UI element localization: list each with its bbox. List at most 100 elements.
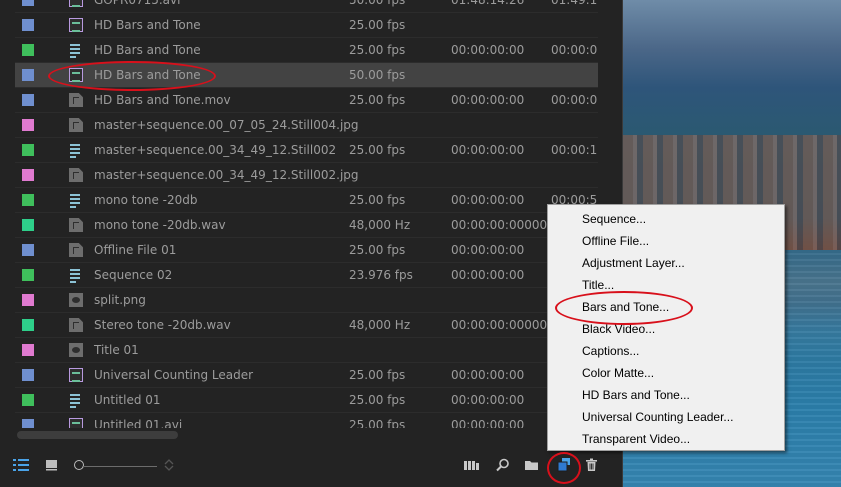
- project-item-row[interactable]: Universal Counting Leader 25.00 fps 00:00:…: [15, 363, 598, 388]
- media-start: 00:00:00:00: [451, 268, 525, 282]
- clear-icon[interactable]: [585, 458, 601, 472]
- project-item-row[interactable]: mono tone -20db 25.00 fps 00:00:00:00 00:00…: [15, 188, 598, 213]
- item-name: HD Bars and Tone: [94, 43, 201, 57]
- project-item-row[interactable]: Untitled 01.avi 25.00 fps 00:00:00:00: [15, 413, 598, 428]
- item-name: split.png: [94, 293, 146, 307]
- label-color-swatch[interactable]: [22, 394, 34, 406]
- media-frame-rate: 23.976 fps: [349, 268, 413, 282]
- project-item-row[interactable]: HD Bars and Tone 50.00 fps: [15, 63, 598, 88]
- project-item-row[interactable]: Untitled 01 25.00 fps 00:00:00:00: [15, 388, 598, 413]
- new-bin-icon[interactable]: [524, 458, 540, 472]
- multicam-icon: [69, 268, 83, 283]
- item-name: Universal Counting Leader: [94, 368, 254, 382]
- media-start: 00:00:00:00: [451, 43, 525, 57]
- media-frame-rate: 48,000 Hz: [349, 218, 411, 232]
- label-color-swatch[interactable]: [22, 419, 34, 428]
- icon-view-icon[interactable]: [45, 458, 61, 472]
- project-item-row[interactable]: mono tone -20db.wav 48,000 Hz 00:00:00:000…: [15, 213, 598, 238]
- label-color-swatch[interactable]: [22, 344, 34, 356]
- label-color-swatch[interactable]: [22, 69, 34, 81]
- item-name: HD Bars and Tone.mov: [94, 93, 231, 107]
- horizontal-scrollbar[interactable]: [15, 428, 598, 442]
- media-end: 00:00:09:: [551, 43, 598, 57]
- menu-item-transparent-video[interactable]: Transparent Video...: [548, 428, 784, 450]
- menu-item-title[interactable]: Title...: [548, 274, 784, 296]
- sequence-icon: [69, 0, 83, 7]
- label-color-swatch[interactable]: [22, 244, 34, 256]
- project-bottom-bar: [0, 452, 622, 482]
- zoom-slider-track[interactable]: [82, 466, 157, 467]
- menu-item-black-video[interactable]: Black Video...: [548, 318, 784, 340]
- project-item-row[interactable]: Title 01: [15, 338, 598, 363]
- media-frame-rate: 25.00 fps: [349, 193, 406, 207]
- label-color-swatch[interactable]: [22, 119, 34, 131]
- multicam-icon: [69, 393, 83, 408]
- file-icon: [69, 243, 83, 257]
- file-icon: [69, 218, 83, 232]
- automate-to-sequence-icon[interactable]: [464, 458, 480, 472]
- item-name: master+sequence.00_34_49_12.Still002: [94, 143, 337, 157]
- label-color-swatch[interactable]: [22, 294, 34, 306]
- project-item-row[interactable]: master+sequence.00_07_05_24.Still004.jpg: [15, 113, 598, 138]
- sequence-icon: [69, 68, 83, 82]
- media-start: 01:48:14:26: [451, 0, 525, 7]
- menu-item-captions[interactable]: Captions...: [548, 340, 784, 362]
- media-end: 00:00:09:: [551, 93, 598, 107]
- item-name: Untitled 01: [94, 393, 161, 407]
- label-color-swatch[interactable]: [22, 219, 34, 231]
- label-color-swatch[interactable]: [22, 319, 34, 331]
- file-icon: [69, 93, 83, 107]
- project-item-row[interactable]: Offline File 0125.00 fps00:00:00:0000:00…: [15, 238, 598, 263]
- project-item-row[interactable]: master+sequence.00_34_49_12.Still002.jpg: [15, 163, 598, 188]
- label-color-swatch[interactable]: [22, 194, 34, 206]
- menu-item-hd-bars-and-tone[interactable]: HD Bars and Tone...: [548, 384, 784, 406]
- media-frame-rate: 25.00 fps: [349, 418, 406, 428]
- project-item-row[interactable]: HD Bars and Tone.mov 25.00 fps 00:00:00:00…: [15, 88, 598, 113]
- label-color-swatch[interactable]: [22, 19, 34, 31]
- item-name: Stereo tone -20db.wav: [94, 318, 231, 332]
- media-frame-rate: 50.00 fps: [349, 0, 406, 7]
- media-frame-rate: 25.00 fps: [349, 18, 406, 32]
- label-color-swatch[interactable]: [22, 94, 34, 106]
- project-item-row[interactable]: HD Bars and Tone 25.00 fps: [15, 13, 598, 38]
- project-panel: GOPR0715.avi 50.00 fps 01:48:14:26 01:49:13…: [0, 0, 623, 487]
- item-name: mono tone -20db: [94, 193, 198, 207]
- label-color-swatch[interactable]: [22, 369, 34, 381]
- media-start: 00:00:00:00: [451, 418, 525, 428]
- zoom-slider-handle[interactable]: [74, 460, 84, 470]
- label-color-swatch[interactable]: [22, 44, 34, 56]
- sequence-icon: [69, 368, 83, 382]
- menu-item-sequence[interactable]: Sequence...: [548, 208, 784, 230]
- list-view-icon[interactable]: [13, 458, 29, 472]
- menu-item-adjustment-layer[interactable]: Adjustment Layer...: [548, 252, 784, 274]
- scrollbar-thumb[interactable]: [17, 431, 178, 439]
- media-end: 00:00:15:: [551, 143, 598, 157]
- menu-item-color-matte[interactable]: Color Matte...: [548, 362, 784, 384]
- item-name: GOPR0715.avi: [94, 0, 181, 7]
- project-item-row[interactable]: Sequence 02 23.976 fps 00:00:00:00: [15, 263, 598, 288]
- sequence-icon: [69, 418, 83, 428]
- project-item-row[interactable]: split.png: [15, 288, 598, 313]
- media-frame-rate: 25.00 fps: [349, 243, 406, 257]
- label-color-swatch[interactable]: [22, 269, 34, 281]
- menu-item-offline-file[interactable]: Offline File...: [548, 230, 784, 252]
- menu-item-universal-counting-leader[interactable]: Universal Counting Leader...: [548, 406, 784, 428]
- new-item-icon[interactable]: [556, 458, 572, 472]
- multicam-icon: [69, 193, 83, 208]
- file-icon: [69, 318, 83, 332]
- item-name: HD Bars and Tone: [94, 18, 201, 32]
- find-icon[interactable]: [496, 458, 512, 472]
- project-item-row[interactable]: Stereo tone -20db.wav 48,000 Hz 00:00:00:0…: [15, 313, 598, 338]
- item-name: Untitled 01.avi: [94, 418, 183, 428]
- label-color-swatch[interactable]: [22, 169, 34, 181]
- project-item-row[interactable]: master+sequence.00_34_49_12.Still002 25.0…: [15, 138, 598, 163]
- menu-item-bars-and-tone[interactable]: Bars and Tone...: [548, 296, 784, 318]
- media-start: 00:00:00:00: [451, 243, 525, 257]
- project-item-row[interactable]: HD Bars and Tone 25.00 fps 00:00:00:00 00:0…: [15, 38, 598, 63]
- item-name: Title 01: [94, 343, 139, 357]
- sort-icon[interactable]: [163, 458, 179, 472]
- label-color-swatch[interactable]: [22, 144, 34, 156]
- project-item-row[interactable]: GOPR0715.avi 50.00 fps 01:48:14:26 01:49:13…: [15, 0, 598, 13]
- label-color-swatch[interactable]: [22, 0, 34, 6]
- media-frame-rate: 25.00 fps: [349, 393, 406, 407]
